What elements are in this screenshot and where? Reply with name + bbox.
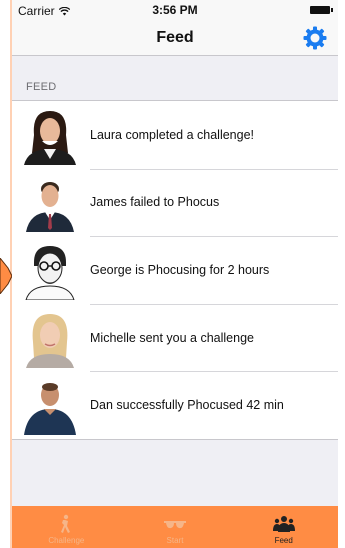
avatar [20,308,80,368]
tab-feed[interactable]: Feed [229,506,338,548]
navigation-bar: Feed [12,20,338,56]
tab-challenge-label: Challenge [48,536,85,545]
sunglasses-icon [164,521,186,529]
list-item[interactable]: Dan successfully Phocused 42 min [12,371,338,439]
feed-item-text: Laura completed a challenge! [90,127,255,142]
list-item[interactable]: George is Phocusing for 2 hours [12,236,338,304]
walking-person-icon [61,514,71,533]
avatar [20,375,80,436]
section-header-label: FEED [26,81,57,93]
avatar [20,172,80,233]
tab-start[interactable]: Start [121,506,230,548]
tab-bar: Challenge Start Feed [12,506,338,548]
status-bar: Carrier 3:56 PM [12,0,338,20]
tab-challenge[interactable]: Challenge [12,506,121,548]
group-people-icon [272,516,295,532]
feed-item-text: George is Phocusing for 2 hours [90,262,270,277]
feed-list: Laura completed a challenge! James faile… [12,100,338,440]
feed-item-text: Michelle sent you a challenge [90,330,254,345]
feed-item-text: James failed to Phocus [90,195,220,210]
man-suit-avatar [26,182,74,233]
side-marker-icon [0,258,12,294]
list-item[interactable]: Michelle sent you a challenge [12,303,338,372]
woman-dark-hair-avatar [24,110,76,165]
page-title: Feed [156,29,194,46]
man-bald-avatar [24,383,76,436]
man-glasses-sketch-avatar [25,245,75,300]
list-item[interactable]: James failed to Phocus [12,168,338,237]
phone-screen: Carrier 3:56 PM Feed FEED Laura complete… [12,0,338,548]
avatar [20,240,80,300]
status-time: 3:56 PM [152,3,198,17]
tab-start-label: Start [166,536,184,545]
section-header: FEED [12,56,338,101]
avatar [20,105,80,165]
tab-feed-label: Feed [274,536,293,545]
battery-icon [310,6,333,14]
gear-icon[interactable] [302,25,328,51]
list-item[interactable]: Laura completed a challenge! [12,101,338,169]
feed-item-text: Dan successfully Phocused 42 min [90,398,284,413]
woman-blonde-avatar [26,313,74,368]
